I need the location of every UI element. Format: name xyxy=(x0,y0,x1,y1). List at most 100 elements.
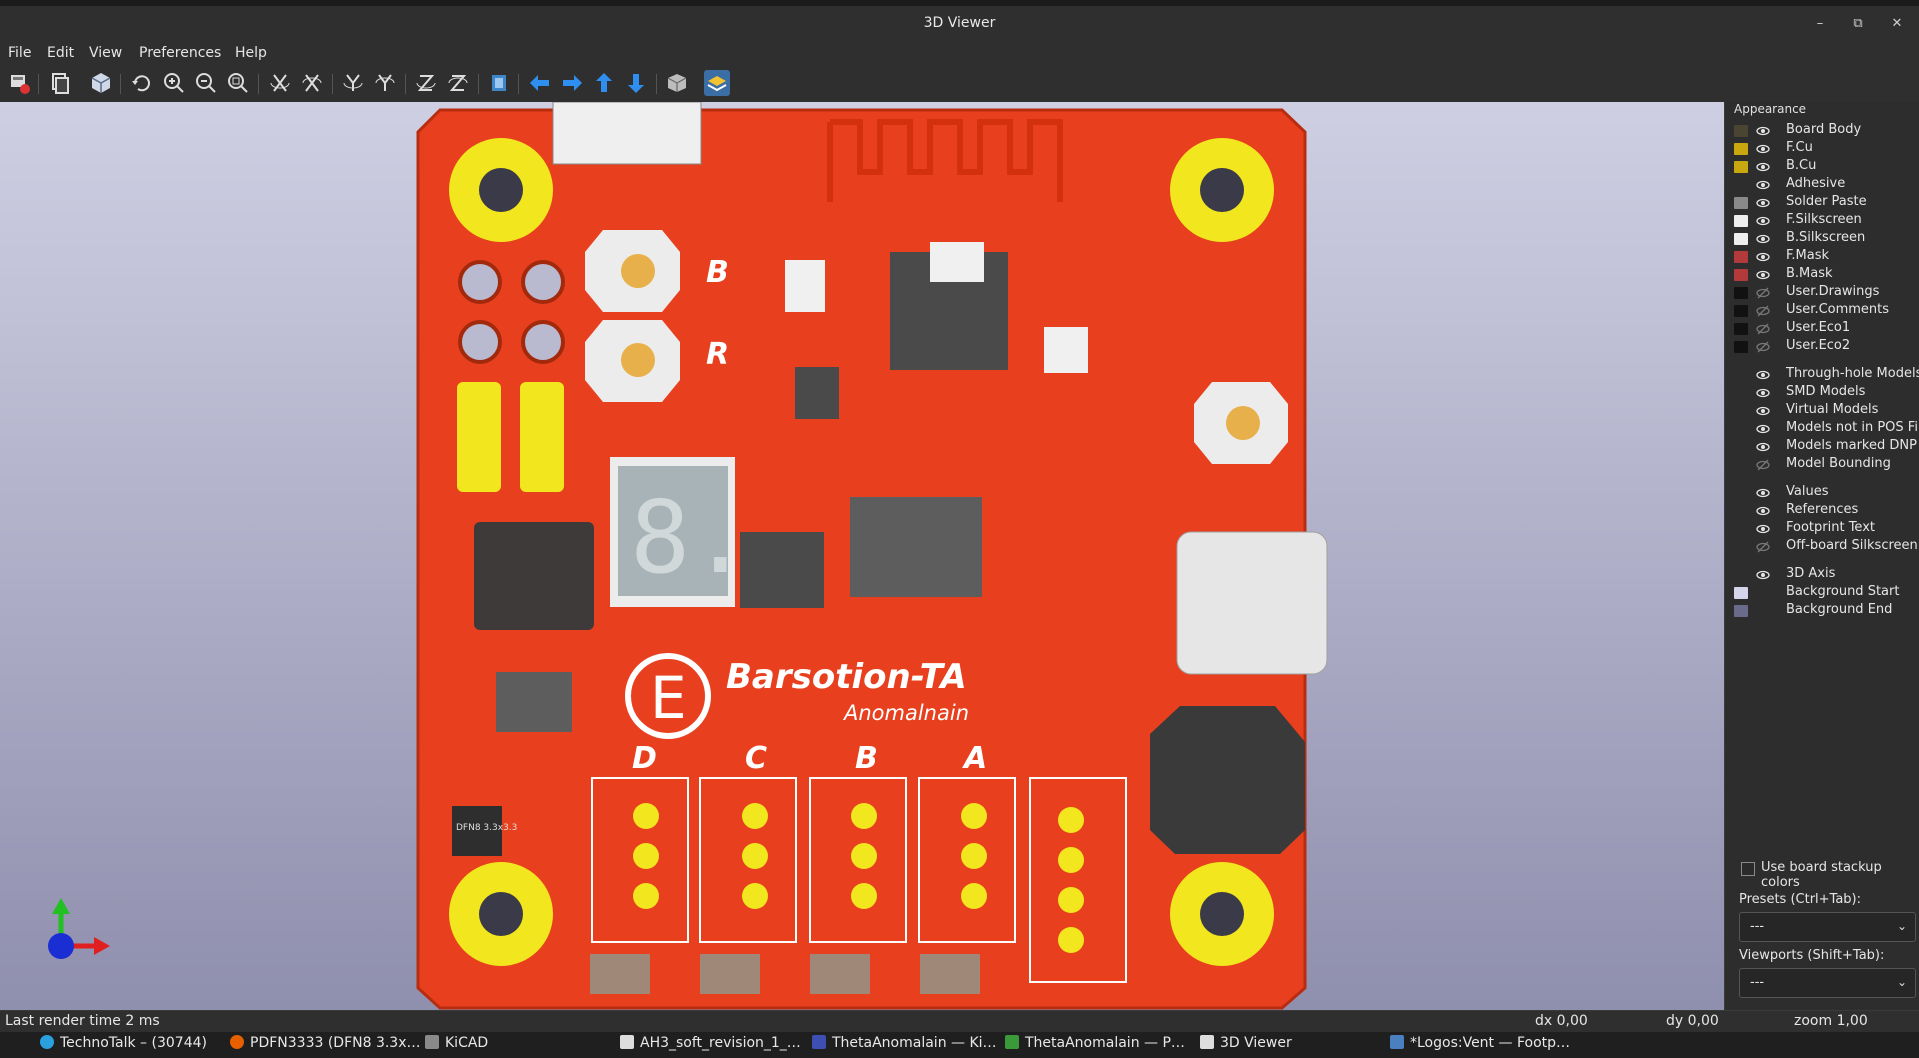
visibility-eye-icon[interactable] xyxy=(1756,386,1770,400)
visibility-eye-icon[interactable] xyxy=(1756,440,1770,454)
minimize-button[interactable]: – xyxy=(1811,15,1829,33)
visibility-eye-icon[interactable] xyxy=(1756,504,1770,518)
text-row-off-board-silkscreen[interactable]: Off-board Silkscreen xyxy=(1734,538,1919,556)
text-row-footprint-text[interactable]: Footprint Text xyxy=(1734,520,1919,538)
raytracing-button[interactable] xyxy=(88,70,114,96)
layer-row-user-drawings[interactable]: User.Drawings xyxy=(1734,284,1919,302)
hidden-eye-icon[interactable] xyxy=(1756,286,1770,300)
taskbar-item-kicad[interactable]: ThetaAnomalain — Ki… xyxy=(812,1035,997,1057)
layer-row-b-silkscreen[interactable]: B.Silkscreen xyxy=(1734,230,1919,248)
visibility-eye-icon[interactable] xyxy=(1756,568,1770,582)
move-left-button[interactable] xyxy=(527,70,553,96)
taskbar-item-kicad-folder[interactable]: KiCAD xyxy=(425,1035,488,1057)
layer-row-f-silkscreen[interactable]: F.Silkscreen xyxy=(1734,212,1919,230)
hidden-eye-icon[interactable] xyxy=(1756,540,1770,554)
export-image-button[interactable] xyxy=(6,70,32,96)
rotate-y-cw-button[interactable] xyxy=(340,70,366,96)
rotate-y-ccw-button[interactable] xyxy=(372,70,398,96)
visibility-eye-icon[interactable] xyxy=(1756,196,1770,210)
layers-manager-button[interactable] xyxy=(704,70,730,96)
layer-color-swatch[interactable] xyxy=(1734,269,1748,281)
layer-color-swatch[interactable] xyxy=(1734,215,1748,227)
menu-view[interactable]: View xyxy=(89,45,122,61)
visibility-eye-icon[interactable] xyxy=(1756,124,1770,138)
text-row-references[interactable]: References xyxy=(1734,502,1919,520)
presets-dropdown[interactable]: --- ⌄ xyxy=(1739,912,1916,942)
layer-row-board-body[interactable]: Board Body xyxy=(1734,122,1919,140)
hidden-eye-icon[interactable] xyxy=(1756,340,1770,354)
rotate-x-ccw-button[interactable] xyxy=(299,70,325,96)
hidden-eye-icon[interactable] xyxy=(1756,458,1770,472)
layer-color-swatch[interactable] xyxy=(1734,287,1748,299)
taskbar-item-footprint-editor[interactable]: *Logos:Vent — Footp… xyxy=(1390,1035,1570,1057)
move-down-button[interactable] xyxy=(623,70,649,96)
layer-color-swatch[interactable] xyxy=(1734,341,1748,353)
object-row-models-marked-dnp[interactable]: Models marked DNP xyxy=(1734,438,1919,456)
layer-color-swatch[interactable] xyxy=(1734,197,1748,209)
layer-row-solder-paste[interactable]: Solder Paste xyxy=(1734,194,1919,212)
taskbar-item-3d-viewer[interactable]: 3D Viewer xyxy=(1200,1035,1292,1057)
visibility-eye-icon[interactable] xyxy=(1756,214,1770,228)
hidden-eye-icon[interactable] xyxy=(1756,322,1770,336)
layer-color-swatch[interactable] xyxy=(1734,143,1748,155)
rotate-z-ccw-button[interactable] xyxy=(445,70,471,96)
misc-row-background-end[interactable]: Background End xyxy=(1734,602,1919,620)
layer-row-adhesive[interactable]: Adhesive xyxy=(1734,176,1919,194)
close-button[interactable]: ✕ xyxy=(1888,15,1906,33)
visibility-eye-icon[interactable] xyxy=(1756,368,1770,382)
visibility-eye-icon[interactable] xyxy=(1756,422,1770,436)
layer-color-swatch[interactable] xyxy=(1734,251,1748,263)
layer-row-user-eco1[interactable]: User.Eco1 xyxy=(1734,320,1919,338)
background-end-swatch[interactable] xyxy=(1734,605,1748,617)
visibility-eye-icon[interactable] xyxy=(1756,522,1770,536)
restore-button[interactable]: ⧉ xyxy=(1849,15,1867,33)
object-row-virtual-models[interactable]: Virtual Models xyxy=(1734,402,1919,420)
visibility-eye-icon[interactable] xyxy=(1756,232,1770,246)
hidden-eye-icon[interactable] xyxy=(1756,304,1770,318)
3d-viewport[interactable]: B R 8. DFN8 3.3x3.3 E Barsotion-TA Anoma… xyxy=(0,101,1724,1010)
menu-file[interactable]: File xyxy=(8,45,31,61)
object-row-smd-models[interactable]: SMD Models xyxy=(1734,384,1919,402)
object-row-models-not-in-pos[interactable]: Models not in POS File xyxy=(1734,420,1919,438)
visibility-eye-icon[interactable] xyxy=(1756,486,1770,500)
taskbar-item-technotalk[interactable]: TechnoTalk – (30744) xyxy=(40,1035,207,1057)
copy-image-button[interactable] xyxy=(47,70,73,96)
layer-color-swatch[interactable] xyxy=(1734,125,1748,137)
visibility-eye-icon[interactable] xyxy=(1756,268,1770,282)
layer-row-user-comments[interactable]: User.Comments xyxy=(1734,302,1919,320)
visibility-eye-icon[interactable] xyxy=(1756,142,1770,156)
layer-row-b-cu[interactable]: B.Cu xyxy=(1734,158,1919,176)
layer-row-f-mask[interactable]: F.Mask xyxy=(1734,248,1919,266)
background-start-swatch[interactable] xyxy=(1734,587,1748,599)
object-row-model-bounding[interactable]: Model Bounding xyxy=(1734,456,1919,474)
zoom-out-button[interactable] xyxy=(193,70,219,96)
menu-edit[interactable]: Edit xyxy=(47,45,74,61)
taskbar-item-document[interactable]: AH3_soft_revision_1_… xyxy=(620,1035,801,1057)
misc-row-3d-axis[interactable]: 3D Axis xyxy=(1734,566,1919,584)
layer-row-b-mask[interactable]: B.Mask xyxy=(1734,266,1919,284)
zoom-in-button[interactable] xyxy=(161,70,187,96)
taskbar-item-pcbnew[interactable]: ThetaAnomalain — P… xyxy=(1005,1035,1185,1057)
use-stackup-colors-checkbox[interactable] xyxy=(1741,862,1755,876)
layer-color-swatch[interactable] xyxy=(1734,233,1748,245)
taskbar-item-firefox[interactable]: PDFN3333 (DFN8 3.3x… xyxy=(230,1035,421,1057)
layer-color-swatch[interactable] xyxy=(1734,323,1748,335)
flip-board-button[interactable] xyxy=(486,70,512,96)
viewports-dropdown[interactable]: --- ⌄ xyxy=(1739,968,1916,998)
layer-color-swatch[interactable] xyxy=(1734,305,1748,317)
reload-button[interactable] xyxy=(129,70,155,96)
layer-row-user-eco2[interactable]: User.Eco2 xyxy=(1734,338,1919,356)
rotate-x-cw-button[interactable] xyxy=(267,70,293,96)
misc-row-background-start[interactable]: Background Start xyxy=(1734,584,1919,602)
move-right-button[interactable] xyxy=(559,70,585,96)
zoom-fit-button[interactable] xyxy=(225,70,251,96)
object-row-through-hole-models[interactable]: Through-hole Models xyxy=(1734,366,1919,384)
visibility-eye-icon[interactable] xyxy=(1756,178,1770,192)
layer-color-swatch[interactable] xyxy=(1734,161,1748,173)
layer-row-f-cu[interactable]: F.Cu xyxy=(1734,140,1919,158)
visibility-eye-icon[interactable] xyxy=(1756,250,1770,264)
menu-preferences[interactable]: Preferences xyxy=(139,45,221,61)
orthographic-button[interactable] xyxy=(664,70,690,96)
visibility-eye-icon[interactable] xyxy=(1756,404,1770,418)
rotate-z-cw-button[interactable] xyxy=(413,70,439,96)
